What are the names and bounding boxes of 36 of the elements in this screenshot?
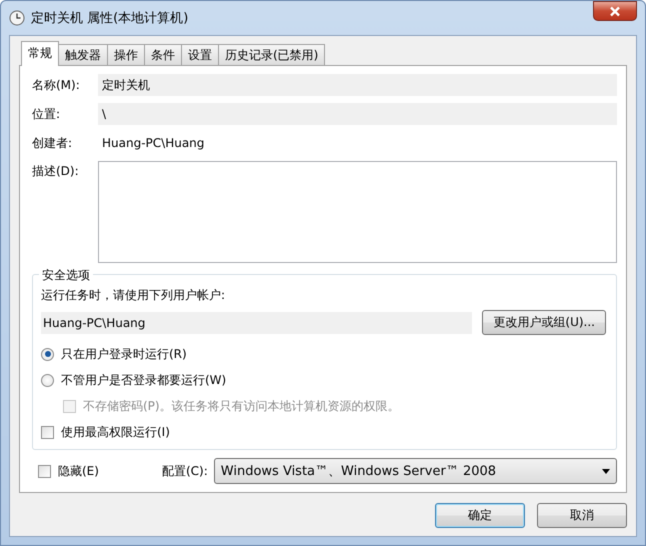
dialog-button[interactable]: 确定 (435, 503, 525, 528)
checkbox[interactable] (41, 426, 54, 438)
close-button[interactable] (593, 1, 637, 21)
close-icon (609, 6, 621, 16)
field-value: Huang-PC\Huang (101, 135, 206, 152)
tab[interactable]: 条件 (144, 44, 182, 65)
clock-icon (9, 10, 25, 26)
dialog-button[interactable]: 取消 (537, 503, 627, 528)
field-label: 名称(M): (32, 76, 81, 94)
field-label: 描述(D): (32, 163, 80, 180)
window-title: 定时关机 属性(本地计算机) (31, 10, 190, 27)
radio-button[interactable] (41, 348, 54, 360)
option-label: 使用最高权限运行(I) (61, 424, 170, 440)
checkbox[interactable] (38, 464, 51, 478)
group-title: 安全选项 (39, 267, 93, 284)
change-user-button[interactable]: 更改用户或组(U)... (482, 310, 606, 335)
account-field[interactable]: Huang-PC\Huang (41, 312, 472, 334)
tab[interactable]: 操作 (107, 44, 145, 65)
config-dropdown[interactable]: Windows Vista™、Windows Server™ 2008 (214, 458, 617, 484)
option-label: 不管用户是否登录都要运行(W) (61, 372, 226, 388)
dropdown-arrow-icon (602, 468, 610, 474)
field-label: 位置: (32, 106, 62, 122)
option-label: 只在用户登录时运行(R) (61, 346, 187, 362)
checkbox-label: 隐藏(E) (58, 462, 99, 480)
radio-button[interactable] (41, 374, 54, 386)
account-prompt: 运行任务时，请使用下列用户帐户: (41, 287, 226, 304)
option-label: 不存储密码(P)。该任务将只有访问本地计算机资源的权限。 (83, 398, 400, 414)
tab[interactable]: 历史记录(已禁用) (218, 44, 326, 65)
config-label: 配置(C): (162, 462, 208, 480)
description-field[interactable] (98, 161, 617, 263)
tab[interactable]: 常规 (21, 41, 59, 66)
readonly-field[interactable]: \ (98, 103, 617, 125)
field-label: 创建者: (32, 134, 74, 152)
tab[interactable]: 设置 (181, 44, 219, 65)
tab[interactable]: 触发器 (58, 44, 108, 65)
readonly-field[interactable]: 定时关机 (98, 74, 617, 96)
